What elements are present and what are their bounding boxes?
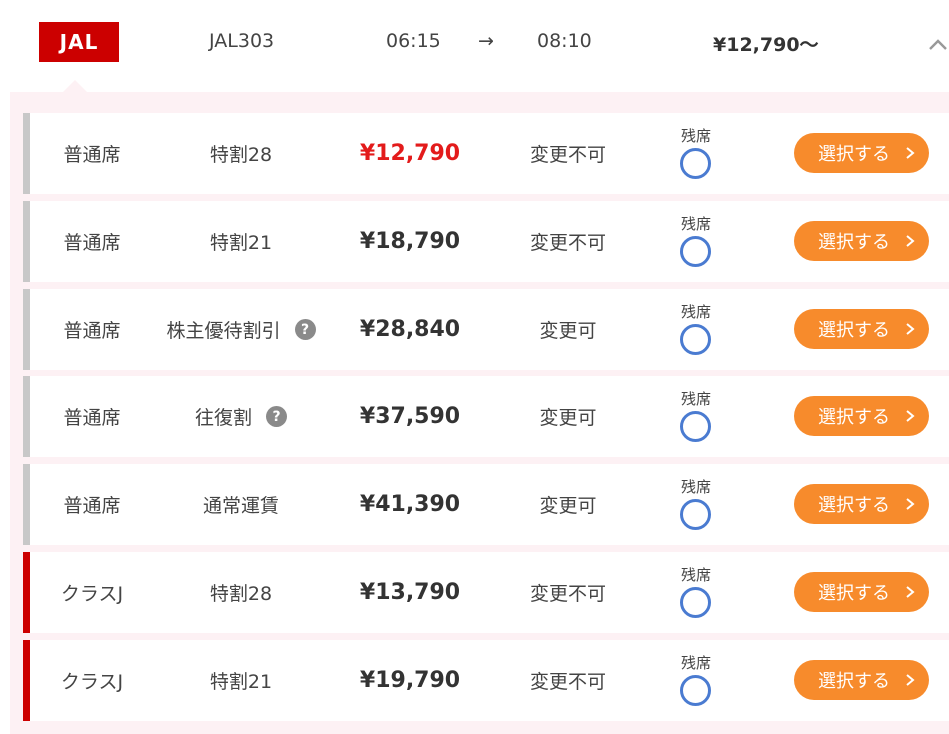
select-button[interactable]: 選択する xyxy=(794,309,929,349)
change-policy: 変更不可 xyxy=(529,671,606,693)
select-button[interactable]: 選択する xyxy=(794,484,929,524)
select-button-label: 選択する xyxy=(818,671,890,692)
select-button-label: 選択する xyxy=(818,320,890,341)
departure-time: 06:15 xyxy=(386,30,441,52)
chevron-right-icon xyxy=(906,323,915,335)
change-policy: 変更可 xyxy=(539,320,597,342)
select-button[interactable]: 選択する xyxy=(794,396,929,436)
chevron-right-icon xyxy=(906,410,915,422)
availability-label: 残席 xyxy=(681,303,712,321)
fare-row: 普通席 往復割 ? ¥37,590 変更可 残席 選択する xyxy=(23,376,949,457)
select-button-label: 選択する xyxy=(818,407,890,428)
seat-class-indicator xyxy=(23,464,30,545)
fare-row: クラスJ 特割28 ¥13,790 変更不可 残席 選択する xyxy=(23,552,949,633)
seat-class: クラスJ xyxy=(60,671,124,693)
select-button[interactable]: 選択する xyxy=(794,221,929,261)
seat-class: 普通席 xyxy=(63,495,121,517)
fare-price: ¥19,790 xyxy=(359,668,461,693)
change-policy: 変更不可 xyxy=(529,144,606,166)
circle-available-icon xyxy=(680,587,711,618)
fare-price: ¥12,790 xyxy=(359,141,461,166)
chevron-up-icon[interactable] xyxy=(928,36,948,50)
lowest-fare: ¥12,790〜 xyxy=(713,34,819,56)
fare-row: 普通席 株主優待割引 ? ¥28,840 変更可 残席 選択する xyxy=(23,289,949,370)
availability-label: 残席 xyxy=(681,215,712,233)
chevron-right-icon xyxy=(906,147,915,159)
fare-row: 普通席 特割28 ¥12,790 変更不可 残席 選択する xyxy=(23,113,949,194)
fare-type: 株主優待割引 xyxy=(166,320,281,342)
seat-class: クラスJ xyxy=(60,583,124,605)
flight-number: JAL303 xyxy=(209,30,275,52)
availability-label: 残席 xyxy=(681,127,712,145)
fare-type: 往復割 xyxy=(194,407,252,429)
fare-price: ¥41,390 xyxy=(359,492,461,517)
fare-row: 普通席 特割21 ¥18,790 変更不可 残席 選択する xyxy=(23,201,949,282)
question-circle-icon[interactable]: ? xyxy=(266,406,287,427)
question-circle-icon[interactable]: ? xyxy=(294,319,316,340)
change-policy: 変更不可 xyxy=(529,232,606,254)
fare-type-cell: 特割28 xyxy=(151,113,331,194)
seat-class-indicator xyxy=(23,376,30,457)
availability-label: 残席 xyxy=(681,390,712,408)
fare-type-cell: 通常運賃 xyxy=(151,464,331,545)
chevron-right-icon xyxy=(906,235,915,247)
fare-type: 特割21 xyxy=(209,232,273,254)
chevron-right-icon xyxy=(906,674,915,686)
flight-summary-header[interactable]: JAL JAL303 06:15 → 08:10 ¥12,790〜 xyxy=(0,0,949,92)
select-button[interactable]: 選択する xyxy=(794,133,929,173)
chevron-right-icon xyxy=(906,586,915,598)
circle-available-icon xyxy=(680,499,711,530)
availability-label: 残席 xyxy=(681,478,712,496)
circle-available-icon xyxy=(680,148,711,179)
seat-class-indicator xyxy=(23,552,30,633)
fare-type: 通常運賃 xyxy=(202,495,279,517)
seat-class-indicator xyxy=(23,289,30,370)
fare-price: ¥13,790 xyxy=(359,580,461,605)
select-button-label: 選択する xyxy=(818,232,890,253)
seat-class: 普通席 xyxy=(63,232,121,254)
circle-available-icon xyxy=(680,411,711,442)
chevron-right-icon xyxy=(906,498,915,510)
panel-pointer xyxy=(63,80,87,92)
fare-type-cell: 特割21 xyxy=(151,201,331,282)
fare-type: 特割21 xyxy=(209,671,273,693)
select-button[interactable]: 選択する xyxy=(794,660,929,700)
circle-available-icon xyxy=(680,675,711,706)
fare-type: 特割28 xyxy=(209,144,273,166)
route-arrow-icon: → xyxy=(478,30,494,52)
circle-available-icon xyxy=(680,236,711,267)
seat-class-indicator xyxy=(23,201,30,282)
seat-class: 普通席 xyxy=(63,144,121,166)
circle-available-icon xyxy=(680,324,711,355)
airline-logo: JAL xyxy=(39,22,119,62)
seat-class-indicator xyxy=(23,640,30,721)
change-policy: 変更可 xyxy=(539,407,597,429)
fare-price: ¥18,790 xyxy=(359,229,461,254)
availability-label: 残席 xyxy=(681,654,712,672)
fare-row: 普通席 通常運賃 ¥41,390 変更可 残席 選択する xyxy=(23,464,949,545)
select-button-label: 選択する xyxy=(818,495,890,516)
change-policy: 変更可 xyxy=(539,495,597,517)
seat-class-indicator xyxy=(23,113,30,194)
fare-price: ¥28,840 xyxy=(359,317,461,342)
select-button-label: 選択する xyxy=(818,583,890,604)
availability-label: 残席 xyxy=(681,566,712,584)
fare-type-cell: 特割28 xyxy=(151,552,331,633)
fare-type-cell: 往復割 ? xyxy=(151,376,331,457)
seat-class: 普通席 xyxy=(63,407,121,429)
fare-row: クラスJ 特割21 ¥19,790 変更不可 残席 選択する xyxy=(23,640,949,721)
change-policy: 変更不可 xyxy=(529,583,606,605)
fare-price: ¥37,590 xyxy=(359,404,461,429)
select-button-label: 選択する xyxy=(818,144,890,165)
fare-type-cell: 株主優待割引 ? xyxy=(151,289,331,370)
seat-class: 普通席 xyxy=(63,320,121,342)
fare-type: 特割28 xyxy=(209,583,273,605)
fare-type-cell: 特割21 xyxy=(151,640,331,721)
select-button[interactable]: 選択する xyxy=(794,572,929,612)
arrival-time: 08:10 xyxy=(537,30,592,52)
